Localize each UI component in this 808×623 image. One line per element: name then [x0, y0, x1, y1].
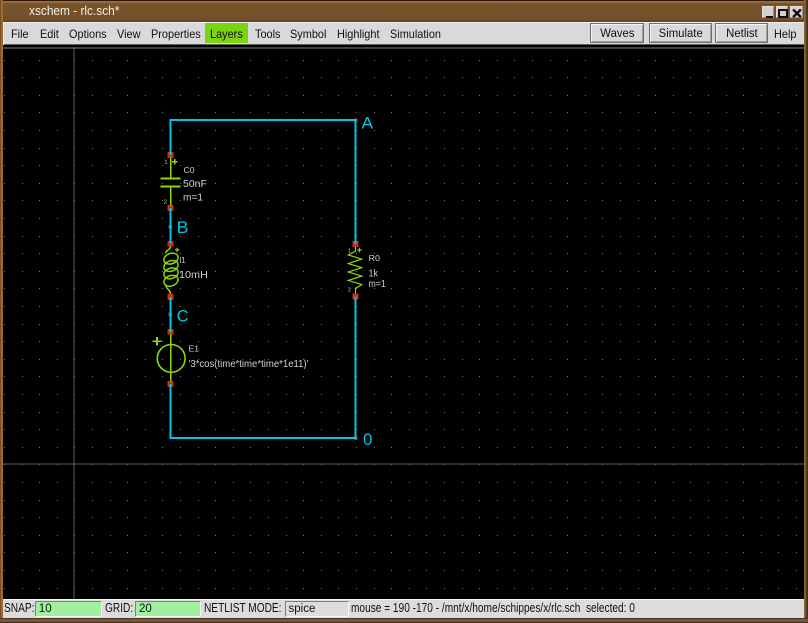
- svg-text:m=1: m=1: [183, 191, 203, 203]
- svg-text:0: 0: [363, 430, 372, 449]
- svg-text:E1: E1: [189, 344, 200, 353]
- svg-text:10mH: 10mH: [179, 269, 208, 281]
- svg-text:C: C: [177, 307, 189, 326]
- svg-text:2: 2: [348, 288, 351, 294]
- svg-text:50nF: 50nF: [183, 178, 207, 190]
- svg-text:A: A: [362, 113, 374, 132]
- svg-text:2: 2: [164, 200, 167, 206]
- svg-text:C0: C0: [184, 166, 196, 175]
- svg-text:l1: l1: [180, 256, 186, 265]
- svg-text:m=1: m=1: [369, 278, 386, 290]
- svg-text:B: B: [177, 218, 189, 237]
- svg-text:1: 1: [348, 249, 351, 255]
- svg-text:R0: R0: [369, 254, 381, 263]
- svg-text:'3*cos(time*time*time*1e11)': '3*cos(time*time*time*1e11)': [189, 359, 309, 370]
- svg-text:1: 1: [164, 160, 167, 166]
